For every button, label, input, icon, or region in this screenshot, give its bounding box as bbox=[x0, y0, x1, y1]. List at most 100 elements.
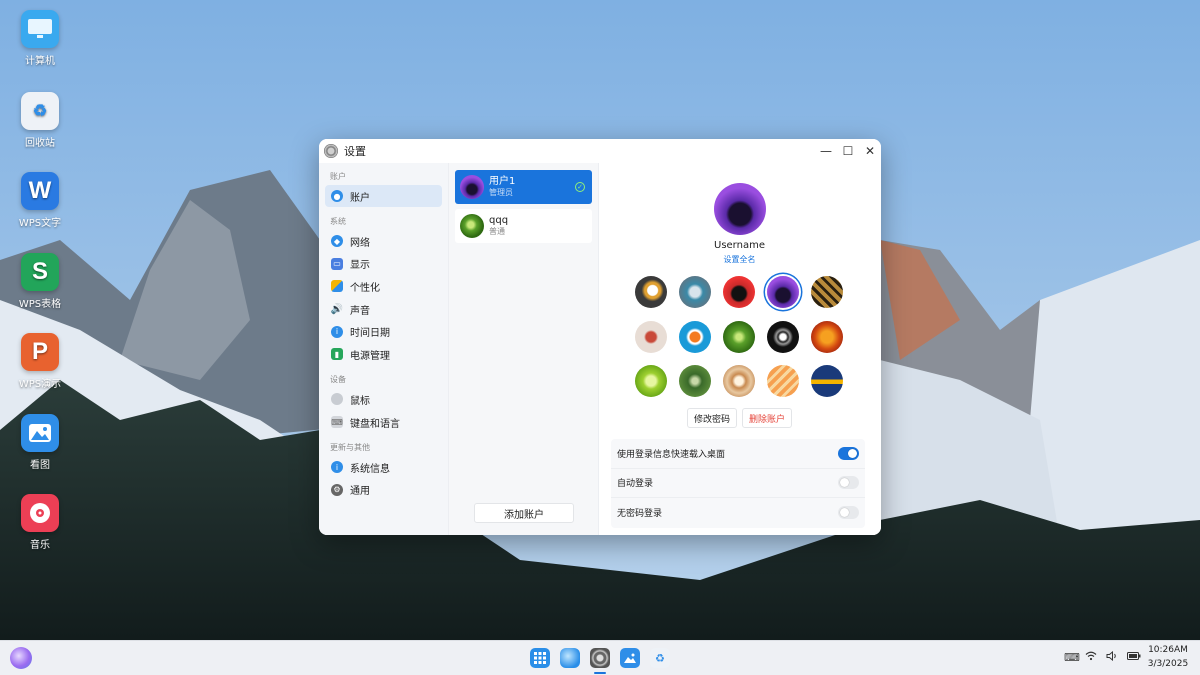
sidebar-item-mouse[interactable]: 鼠标 bbox=[325, 388, 442, 410]
avatar-option-snowflake[interactable] bbox=[767, 320, 799, 353]
option-auto-login: 自动登录 bbox=[611, 469, 865, 498]
user-card-qqq[interactable]: qqq 普通 bbox=[455, 209, 592, 243]
start-menu-button[interactable] bbox=[10, 647, 32, 669]
sidebar-item-label: 鼠标 bbox=[350, 395, 370, 407]
sidebar-item-label: 时间日期 bbox=[350, 328, 390, 340]
launcher-icon[interactable] bbox=[530, 648, 550, 668]
avatar-option-cactus[interactable] bbox=[679, 365, 711, 397]
avatar-option-starfish[interactable] bbox=[635, 320, 667, 353]
taskbar: ♻ ⌨ 10:26AM 3/3/2025 bbox=[0, 640, 1200, 675]
avatar-option-clownfish[interactable] bbox=[679, 320, 711, 353]
settings-window: 设置 — ☐ ✕ 账户 ● 账户 系统 ◆ 网络 ▭ 显示 个性化 🔊 声音 i… bbox=[319, 139, 881, 535]
maximize-button[interactable]: ☐ bbox=[837, 140, 859, 162]
avatar-option-coffee[interactable] bbox=[723, 365, 755, 397]
clock-time[interactable]: 10:26AM bbox=[1146, 645, 1190, 655]
avatar-option-tiger[interactable] bbox=[811, 276, 843, 308]
option-label: 使用登录信息快速载入桌面 bbox=[617, 449, 726, 460]
avatar-option-eagle[interactable] bbox=[635, 276, 667, 308]
keyboard-layout-icon[interactable]: ⌨ bbox=[1064, 651, 1080, 664]
sidebar-item-display[interactable]: ▭ 显示 bbox=[325, 253, 442, 275]
option-passwordless-login: 无密码登录 bbox=[611, 498, 865, 528]
avatar-option-lego[interactable] bbox=[723, 276, 755, 308]
avatar-option-cat[interactable] bbox=[767, 276, 799, 308]
sidebar-item-label: 显示 bbox=[350, 260, 370, 272]
user-name: 用户1 bbox=[489, 176, 516, 187]
sidebar-item-system-info[interactable]: i 系统信息 bbox=[325, 456, 442, 478]
clock-icon: i bbox=[331, 325, 343, 338]
user-name: qqq bbox=[489, 215, 509, 226]
sidebar-section-title: 设备 bbox=[330, 375, 346, 385]
passwordless-login-toggle[interactable] bbox=[838, 506, 859, 520]
desktop-icon-wps-sheet[interactable]: S WPS表格 bbox=[10, 253, 70, 310]
sidebar-item-label: 声音 bbox=[350, 305, 370, 317]
user-card-user1[interactable]: 用户1 管理员 ✓ bbox=[455, 170, 592, 204]
login-options: 使用登录信息快速载入桌面 自动登录 无密码登录 bbox=[611, 439, 865, 528]
delete-account-button[interactable]: 删除账户 bbox=[742, 408, 792, 428]
clock-date[interactable]: 3/3/2025 bbox=[1146, 659, 1190, 669]
sidebar-section-title: 更新与其他 bbox=[330, 443, 370, 453]
auto-login-toggle[interactable] bbox=[838, 476, 859, 490]
volume-icon[interactable] bbox=[1106, 650, 1118, 664]
desktop-icon-label: 看图 bbox=[30, 460, 50, 471]
wifi-icon[interactable] bbox=[1085, 651, 1097, 664]
sidebar-item-label: 通用 bbox=[350, 486, 370, 498]
desktop-icon-computer[interactable]: 计算机 bbox=[10, 10, 70, 67]
quick-login-toggle[interactable] bbox=[838, 446, 859, 460]
window-title: 设置 bbox=[344, 145, 366, 158]
desktop-icon-label: 计算机 bbox=[25, 56, 55, 67]
battery-icon[interactable] bbox=[1127, 651, 1141, 664]
avatar-picker bbox=[635, 276, 845, 397]
add-account-button[interactable]: 添加账户 bbox=[474, 503, 574, 523]
sidebar-item-label: 网络 bbox=[350, 237, 370, 249]
sidebar-item-account[interactable]: ● 账户 bbox=[325, 185, 442, 207]
desktop-icon-image-viewer[interactable]: 看图 bbox=[10, 414, 70, 471]
desktop-icon-wps-writer[interactable]: W WPS文字 bbox=[10, 172, 70, 229]
desktop-icon-wps-presentation[interactable]: P WPS演示 bbox=[10, 333, 70, 390]
change-password-button[interactable]: 修改密码 bbox=[687, 408, 737, 428]
avatar-option-eye[interactable] bbox=[811, 365, 843, 397]
user-icon: ● bbox=[331, 190, 343, 202]
minimize-button[interactable]: — bbox=[815, 140, 837, 162]
wps-writer-icon: W bbox=[21, 172, 59, 210]
computer-icon bbox=[21, 10, 59, 48]
active-app-indicator bbox=[594, 672, 606, 674]
sidebar-item-label: 个性化 bbox=[350, 282, 380, 294]
desktop-icon-recycle-bin[interactable]: ♻ 回收站 bbox=[10, 92, 70, 149]
window-titlebar[interactable]: 设置 — ☐ ✕ bbox=[319, 139, 881, 163]
set-fullname-link[interactable]: 设置全名 bbox=[599, 254, 880, 265]
sidebar-section-title: 系统 bbox=[330, 217, 346, 226]
user-list: 用户1 管理员 ✓ qqq 普通 添加账户 bbox=[449, 163, 599, 535]
username-label: Username bbox=[714, 240, 765, 251]
desktop-icon-label: WPS表格 bbox=[18, 299, 62, 310]
sidebar-item-power[interactable]: ▮ 电源管理 bbox=[325, 343, 442, 365]
desktop-icon-label: 回收站 bbox=[25, 138, 55, 149]
recycle-bin-icon[interactable]: ♻ bbox=[650, 648, 670, 668]
sidebar-item-keyboard[interactable]: ⌨ 键盘和语言 bbox=[325, 411, 442, 433]
close-button[interactable]: ✕ bbox=[859, 140, 881, 162]
sidebar-item-datetime[interactable]: i 时间日期 bbox=[325, 321, 442, 343]
image-viewer-icon[interactable] bbox=[620, 648, 640, 668]
sidebar-item-network[interactable]: ◆ 网络 bbox=[325, 230, 442, 252]
check-icon: ✓ bbox=[575, 182, 585, 192]
avatar-option-pencils[interactable] bbox=[767, 365, 799, 397]
sidebar-item-sound[interactable]: 🔊 声音 bbox=[325, 298, 442, 320]
avatar-option-robot[interactable] bbox=[679, 276, 711, 308]
sidebar-item-general[interactable]: ⚙ 通用 bbox=[325, 479, 442, 501]
settings-icon[interactable] bbox=[590, 648, 610, 668]
avatar-option-leaf[interactable] bbox=[723, 320, 755, 353]
avatar-option-orange[interactable] bbox=[811, 320, 843, 353]
settings-sidebar: 账户 ● 账户 系统 ◆ 网络 ▭ 显示 个性化 🔊 声音 i 时间日期 ▮ 电… bbox=[319, 163, 449, 535]
sidebar-item-label: 电源管理 bbox=[350, 350, 390, 362]
sidebar-item-label: 系统信息 bbox=[350, 463, 390, 475]
account-detail-panel: Username 设置全名 修改密码 删除账户 使用登录信息快速载入桌面 自动登… bbox=[599, 163, 881, 535]
current-avatar[interactable] bbox=[714, 183, 766, 235]
browser-icon[interactable] bbox=[560, 648, 580, 668]
wps-sheet-icon: S bbox=[21, 253, 59, 291]
personalize-icon bbox=[331, 280, 343, 293]
desktop-icon-music[interactable]: 音乐 bbox=[10, 494, 70, 551]
sidebar-item-personalize[interactable]: 个性化 bbox=[325, 275, 442, 297]
music-icon bbox=[21, 494, 59, 532]
sidebar-item-label: 键盘和语言 bbox=[350, 418, 400, 430]
avatar-option-lime[interactable] bbox=[635, 365, 667, 397]
sound-icon: 🔊 bbox=[330, 303, 344, 315]
